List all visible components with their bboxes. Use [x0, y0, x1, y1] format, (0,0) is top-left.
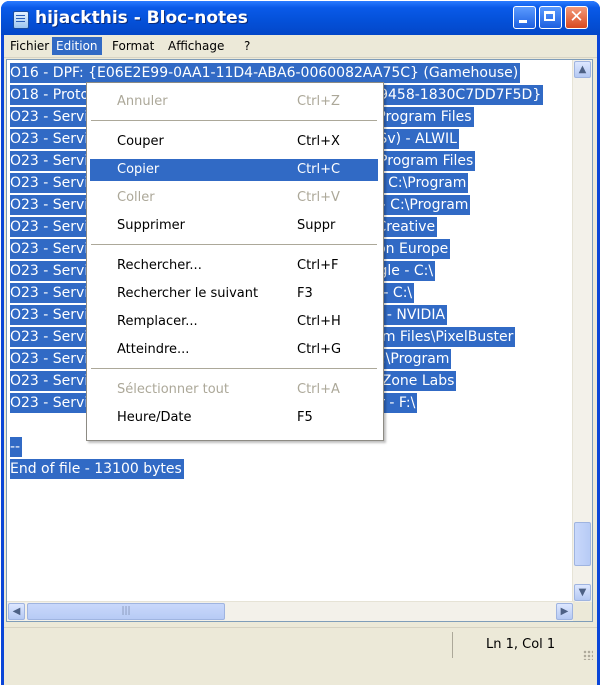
menu-item-shortcut: Ctrl+H: [297, 314, 341, 329]
menu-item-shortcut: Ctrl+X: [297, 134, 340, 149]
menu-fichier[interactable]: Fichier: [6, 37, 53, 55]
menu-separator: [91, 244, 377, 245]
menu-item-label: Atteindre...: [117, 342, 190, 357]
menu-item-rechercher[interactable]: Rechercher... Ctrl+F: [90, 255, 378, 277]
menu-affichage[interactable]: Affichage: [164, 37, 228, 55]
notepad-icon[interactable]: [13, 11, 29, 29]
menu-item-couper[interactable]: Couper Ctrl+X: [90, 131, 378, 153]
menu-item-copier[interactable]: Copier Ctrl+C: [90, 159, 378, 181]
status-bar: Ln 1, Col 1: [4, 627, 597, 664]
text-line: End of file - 13100 bytes: [10, 459, 184, 479]
menu-item-label: Rechercher...: [117, 258, 202, 273]
arrow-down-icon[interactable]: ▼: [574, 584, 591, 601]
text-line: O16 - DPF: {E06E2E99-0AA1-11D4-ABA6-0060…: [10, 63, 521, 83]
menu-item-shortcut: Ctrl+A: [297, 382, 340, 397]
arrow-up-icon[interactable]: ▲: [574, 61, 591, 78]
menu-item-label: Heure/Date: [117, 410, 192, 425]
menu-item-shortcut: Ctrl+G: [297, 342, 342, 357]
menu-item-heure-date[interactable]: Heure/Date F5: [90, 407, 378, 429]
text-line: [10, 415, 12, 435]
menu-item-s-lectionner-tout[interactable]: Sélectionner tout Ctrl+A: [90, 379, 378, 401]
menu-item-remplacer[interactable]: Remplacer... Ctrl+H: [90, 311, 378, 333]
minimize-button[interactable]: [513, 6, 536, 29]
horizontal-scrollbar[interactable]: ◀ ||| ▶: [7, 601, 575, 621]
horizontal-scroll-thumb[interactable]: |||: [27, 603, 225, 620]
menu-item-label: Sélectionner tout: [117, 382, 230, 397]
close-icon: ✕: [569, 7, 584, 27]
menu-separator: [91, 120, 377, 121]
menu-item-label: Rechercher le suivant: [117, 286, 259, 301]
menu-format[interactable]: Format: [108, 37, 158, 55]
menu-item-coller[interactable]: Coller Ctrl+V: [90, 187, 378, 209]
menu-edition[interactable]: Edition: [52, 37, 102, 55]
window-title: hijackthis - Bloc-notes: [35, 8, 248, 28]
menu-item-shortcut: Ctrl+F: [297, 258, 339, 273]
menu-item-shortcut: Ctrl+Z: [297, 94, 340, 109]
menu-separator: [91, 368, 377, 369]
menu-item-atteindre[interactable]: Atteindre... Ctrl+G: [90, 339, 378, 361]
arrow-right-icon[interactable]: ▶: [556, 603, 573, 620]
close-button[interactable]: ✕: [565, 6, 588, 29]
arrow-left-icon[interactable]: ◀: [8, 603, 25, 620]
menu-item-annuler[interactable]: Annuler Ctrl+Z: [90, 91, 378, 113]
menu-item-shortcut: F5: [297, 410, 313, 425]
menu-item-shortcut: F3: [297, 286, 313, 301]
edition-menu-dropdown: Annuler Ctrl+Z Couper Ctrl+X Copier Ctrl+C Col…: [86, 82, 384, 441]
menu-item-shortcut: Ctrl+V: [297, 190, 340, 205]
scrollbar-corner: [573, 602, 592, 621]
status-divider: [452, 632, 453, 658]
vertical-scrollbar[interactable]: ▲ ▼: [572, 60, 592, 603]
menu-item-label: Coller: [117, 190, 155, 205]
menu-item-shortcut: Suppr: [297, 218, 336, 233]
menu-item-shortcut: Ctrl+C: [297, 162, 341, 177]
menu-item-label: Couper: [117, 134, 164, 149]
title-bar[interactable]: hijackthis - Bloc-notes ✕: [1, 1, 600, 35]
menu-item-rechercher-le-suivant[interactable]: Rechercher le suivant F3: [90, 283, 378, 305]
menu-item-label: Copier: [117, 162, 160, 177]
vertical-scroll-thumb[interactable]: [574, 522, 591, 566]
menu-bar: Fichier Edition Format Affichage ?: [4, 35, 597, 58]
cursor-position: Ln 1, Col 1: [486, 637, 556, 652]
text-line: --: [10, 437, 23, 457]
menu-item-label: Supprimer: [117, 218, 185, 233]
menu-help[interactable]: ?: [240, 37, 254, 55]
menu-item-label: Remplacer...: [117, 314, 198, 329]
menu-item-supprimer[interactable]: Supprimer Suppr: [90, 215, 378, 237]
menu-item-label: Annuler: [117, 94, 168, 109]
resize-grip-icon[interactable]: [583, 650, 593, 660]
maximize-button[interactable]: [539, 6, 562, 29]
